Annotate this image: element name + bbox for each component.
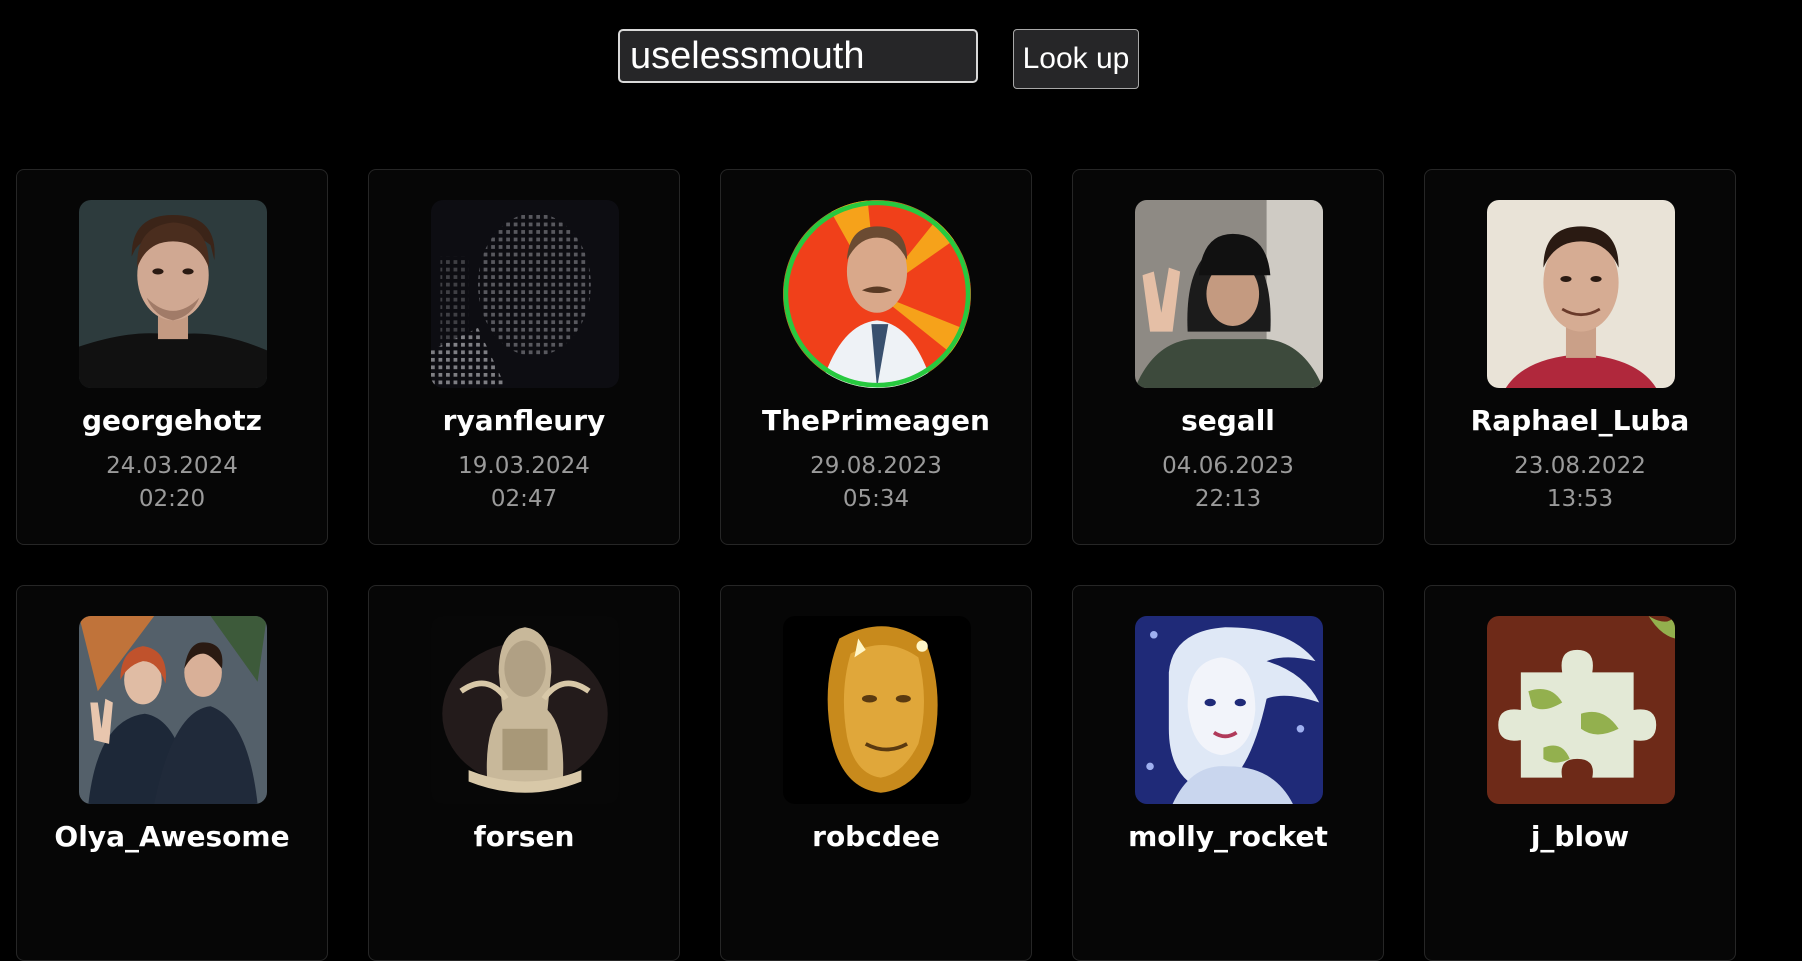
date-label: 04.06.2023 (1162, 453, 1294, 479)
time-label: 13:53 (1546, 486, 1614, 512)
user-card[interactable]: Olya_Awesome (16, 585, 328, 961)
username: Olya_Awesome (54, 820, 290, 853)
avatar (431, 200, 619, 388)
user-card[interactable]: j_blow (1424, 585, 1736, 961)
username: ThePrimeagen (762, 404, 990, 437)
date-label: 24.03.2024 (106, 453, 238, 479)
username: molly_rocket (1128, 820, 1328, 853)
username: segall (1181, 404, 1275, 437)
avatar (783, 200, 971, 388)
time-label: 02:47 (490, 486, 558, 512)
username: j_blow (1530, 820, 1630, 853)
username: Raphael_Luba (1470, 404, 1690, 437)
avatar (1487, 616, 1675, 804)
user-card[interactable]: Raphael_Luba 23.08.2022 13:53 (1424, 169, 1736, 545)
username: ryanfleury (442, 404, 606, 437)
user-card[interactable]: ThePrimeagen 29.08.2023 05:34 (720, 169, 1032, 545)
date-label: 23.08.2022 (1514, 453, 1646, 479)
avatar (1487, 200, 1675, 388)
time-label: 02:20 (138, 486, 206, 512)
username: georgehotz (82, 404, 262, 437)
search-bar: Look up (618, 29, 1139, 89)
time-label: 05:34 (842, 486, 910, 512)
username: robcdee (812, 820, 940, 853)
avatar (783, 616, 971, 804)
user-card[interactable]: forsen (368, 585, 680, 961)
user-card[interactable]: ryanfleury 19.03.2024 02:47 (368, 169, 680, 545)
user-card[interactable]: robcdee (720, 585, 1032, 961)
search-input[interactable] (618, 29, 978, 83)
user-card[interactable]: georgehotz 24.03.2024 02:20 (16, 169, 328, 545)
avatar (79, 616, 267, 804)
date-label: 29.08.2023 (810, 453, 942, 479)
time-label: 22:13 (1194, 486, 1262, 512)
avatar (431, 616, 619, 804)
look-up-button[interactable]: Look up (1013, 29, 1139, 89)
date-label: 19.03.2024 (458, 453, 590, 479)
user-card[interactable]: segall 04.06.2023 22:13 (1072, 169, 1384, 545)
avatar (79, 200, 267, 388)
user-card[interactable]: molly_rocket (1072, 585, 1384, 961)
username: forsen (473, 820, 575, 853)
avatar (1135, 616, 1323, 804)
avatar (1135, 200, 1323, 388)
